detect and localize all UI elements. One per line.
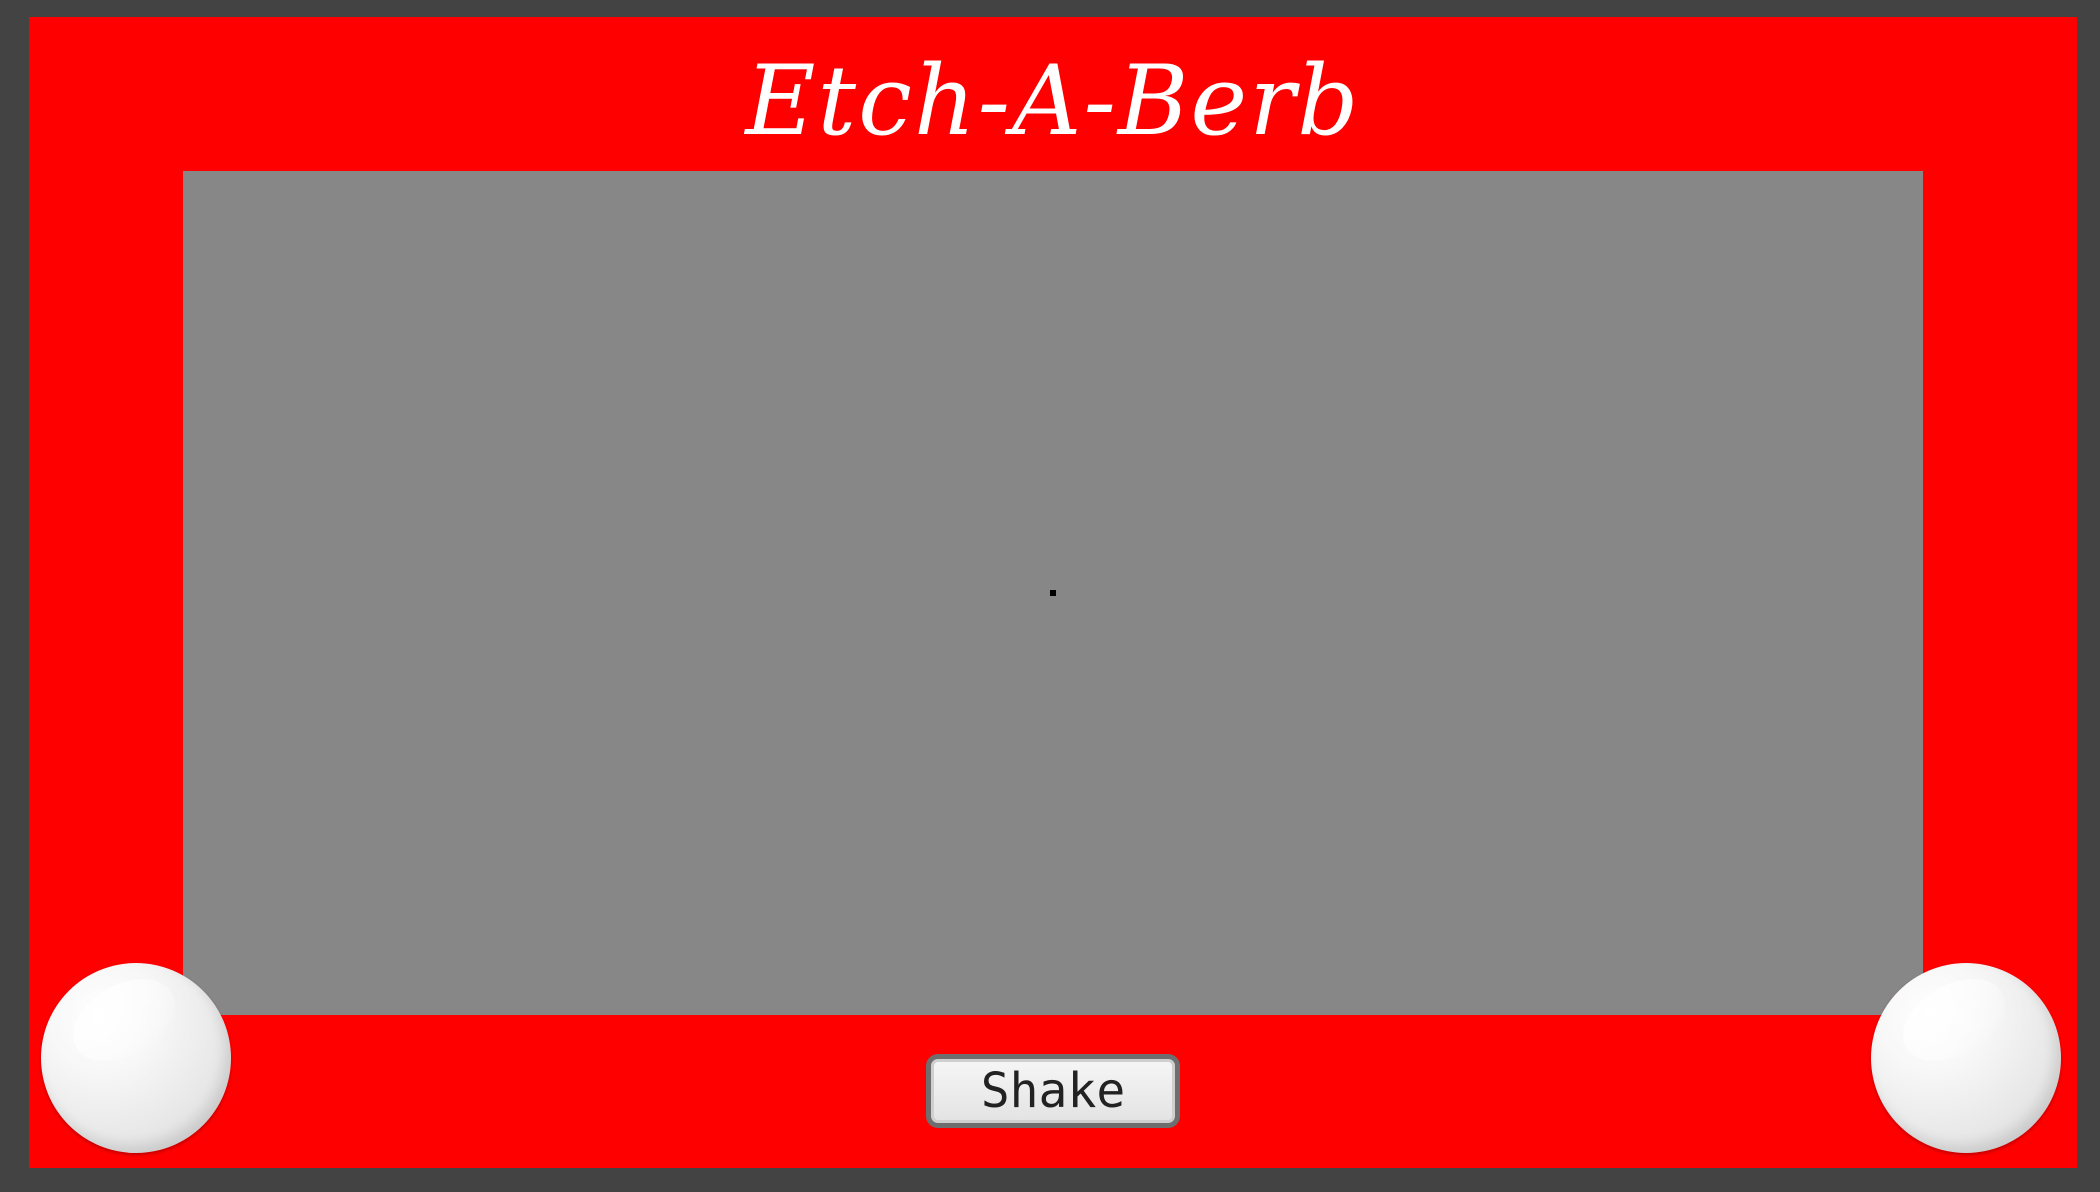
right-knob-icon[interactable]	[1871, 962, 2061, 1153]
knob-highlight	[58, 962, 190, 1078]
drawing-screen[interactable]	[183, 171, 1923, 1015]
drawing-cursor	[1050, 590, 1056, 596]
etch-a-sketch-frame: Etch-A-Berb Shake	[29, 17, 2077, 1168]
left-knob-icon[interactable]	[41, 962, 231, 1153]
app-title: Etch-A-Berb	[745, 45, 1361, 157]
shake-button[interactable]: Shake	[926, 1054, 1180, 1128]
